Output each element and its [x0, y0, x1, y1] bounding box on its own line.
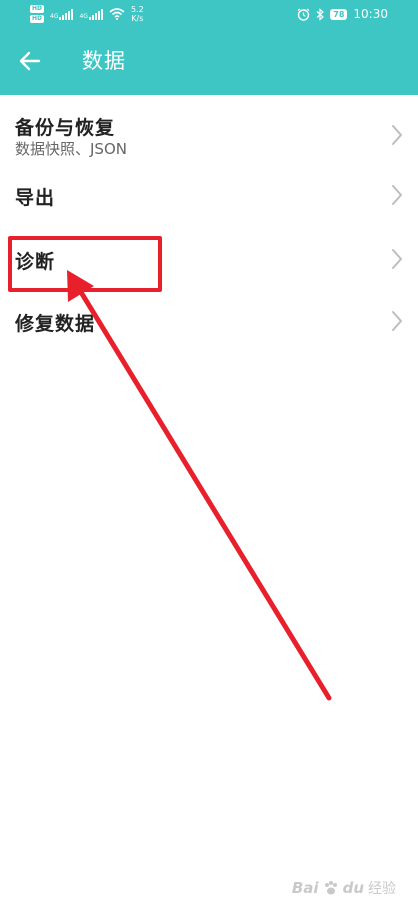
- speed-value: 5.2: [130, 5, 144, 14]
- arrow-left-icon: [19, 51, 41, 71]
- chevron-right-icon: [392, 249, 402, 269]
- hd-indicators: HD HD: [30, 5, 45, 23]
- list-item-repair-data[interactable]: 修复数据: [0, 288, 418, 352]
- status-right: 78 10:30: [297, 4, 388, 24]
- signal-bars-icon: [88, 8, 103, 20]
- status-left: HD HD 4G 4G 5.2 K/s: [30, 3, 144, 25]
- list-item-export[interactable]: 导出: [0, 162, 418, 226]
- clock: 10:30: [353, 7, 388, 21]
- list-item-backup-restore[interactable]: 备份与恢复 数据快照、JSON: [0, 95, 418, 162]
- chevron-right-icon: [392, 125, 402, 145]
- page-title: 数据: [82, 49, 126, 73]
- annotation-highlight-box: [8, 236, 162, 292]
- signal-1: 4G: [50, 8, 74, 20]
- settings-list: 备份与恢复 数据快照、JSON 导出 诊断 修复数据: [0, 95, 418, 352]
- signal-bars-icon: [59, 8, 74, 20]
- network-speed: 5.2 K/s: [131, 5, 144, 23]
- wifi-icon: [109, 8, 125, 20]
- watermark: Bai du 经验: [292, 878, 396, 898]
- hd-badge-2: HD: [30, 15, 45, 23]
- signal-2: 4G: [79, 8, 103, 20]
- chevron-right-icon: [392, 185, 402, 205]
- paw-icon: [324, 881, 337, 895]
- app-bar: 数据: [0, 28, 418, 95]
- bluetooth-icon: [316, 7, 325, 21]
- hd-badge-1: HD: [30, 5, 45, 13]
- item-label: 备份与恢复: [15, 117, 116, 139]
- watermark-brand: Bai: [291, 879, 319, 897]
- network-type-1: 4G: [50, 12, 59, 20]
- status-bar: HD HD 4G 4G 5.2 K/s 78 10:30: [0, 0, 418, 28]
- item-label: 修复数据: [15, 313, 96, 335]
- back-button[interactable]: [12, 41, 48, 81]
- network-type-2: 4G: [79, 12, 88, 20]
- watermark-text: 经验: [368, 881, 396, 897]
- speed-unit: K/s: [131, 14, 144, 23]
- item-sublabel: 数据快照、JSON: [15, 140, 127, 158]
- chevron-right-icon: [392, 311, 402, 331]
- item-label: 导出: [15, 187, 56, 209]
- battery-level: 78: [330, 8, 348, 20]
- alarm-icon: [297, 8, 310, 21]
- watermark-brand-suffix: du: [342, 879, 364, 897]
